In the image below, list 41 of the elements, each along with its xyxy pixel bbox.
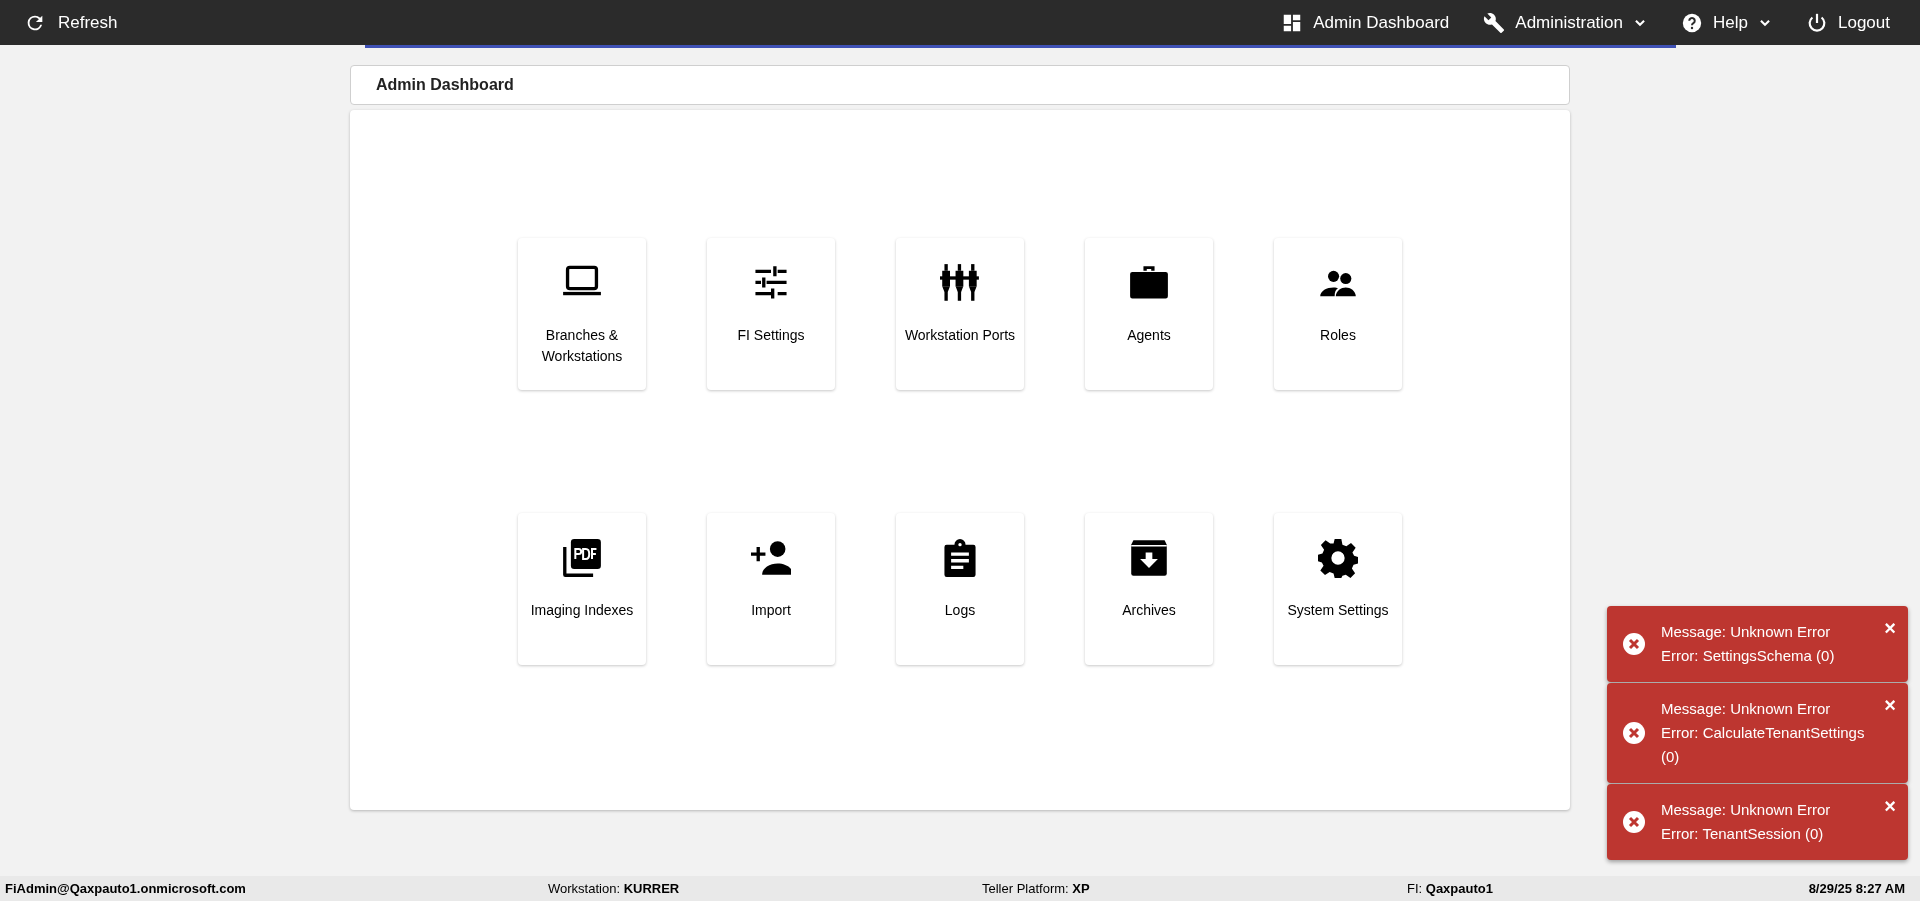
- toast-error: Error: SettingsSchema (0): [1661, 646, 1836, 666]
- nav-menu-item[interactable]: Administration: [1483, 9, 1648, 36]
- status-field: Teller Platform: XP: [982, 878, 1407, 899]
- error-icon: [1622, 632, 1646, 656]
- toast-error: Error: CalculateTenantSettings (0): [1661, 723, 1866, 767]
- gear-icon: [1318, 538, 1358, 578]
- error-icon: [1622, 810, 1646, 834]
- date-time: 8/29/25 8:27 AM: [1808, 879, 1905, 898]
- ports-icon: [940, 263, 980, 303]
- status-field: FI: Qaxpauto1: [1407, 878, 1707, 899]
- page-title: Admin Dashboard: [376, 75, 514, 95]
- dashboard-tile[interactable]: Branches & Workstations: [518, 238, 646, 390]
- dashboard-tile[interactable]: FI Settings: [707, 238, 835, 390]
- refresh-button[interactable]: Refresh: [24, 9, 118, 36]
- toast-message: Message: Unknown Error: [1661, 622, 1832, 642]
- pdf-icon: [562, 538, 602, 578]
- close-button[interactable]: ×: [1884, 618, 1896, 638]
- close-button[interactable]: ×: [1884, 796, 1896, 816]
- toast-message: Message: Unknown Error: [1661, 800, 1832, 820]
- dashboard-tile[interactable]: Archives: [1085, 513, 1213, 665]
- toast-error: Error: TenantSession (0): [1661, 824, 1825, 844]
- dashboard-tile[interactable]: Logs: [896, 513, 1024, 665]
- archive-icon: [1129, 538, 1169, 578]
- user-email: FiAdmin@Qaxpauto1.onmicrosoft.com: [5, 879, 247, 898]
- dashboard-tile[interactable]: Import: [707, 513, 835, 665]
- nav-menu-item[interactable]: Help: [1681, 9, 1772, 36]
- dashboard-tile[interactable]: Roles: [1274, 238, 1402, 390]
- wrench-icon: [1483, 11, 1506, 34]
- nav-menu-item[interactable]: Admin Dashboard: [1281, 9, 1450, 36]
- close-button[interactable]: ×: [1884, 695, 1896, 715]
- power-icon: [1806, 11, 1828, 34]
- nav-menu-item[interactable]: Logout: [1806, 9, 1890, 36]
- dashboard-tile[interactable]: Workstation Ports: [896, 238, 1024, 390]
- dashboard-tile[interactable]: Imaging Indexes: [518, 513, 646, 665]
- toast-message: Message: Unknown Error: [1661, 699, 1832, 719]
- add-person-icon: [751, 538, 791, 578]
- dashboard-tile[interactable]: Agents: [1085, 238, 1213, 390]
- help-icon: [1681, 11, 1704, 34]
- error-icon: [1622, 721, 1646, 745]
- status-field: Workstation: KURRER: [548, 878, 982, 899]
- dashboard-tile[interactable]: System Settings: [1274, 513, 1402, 665]
